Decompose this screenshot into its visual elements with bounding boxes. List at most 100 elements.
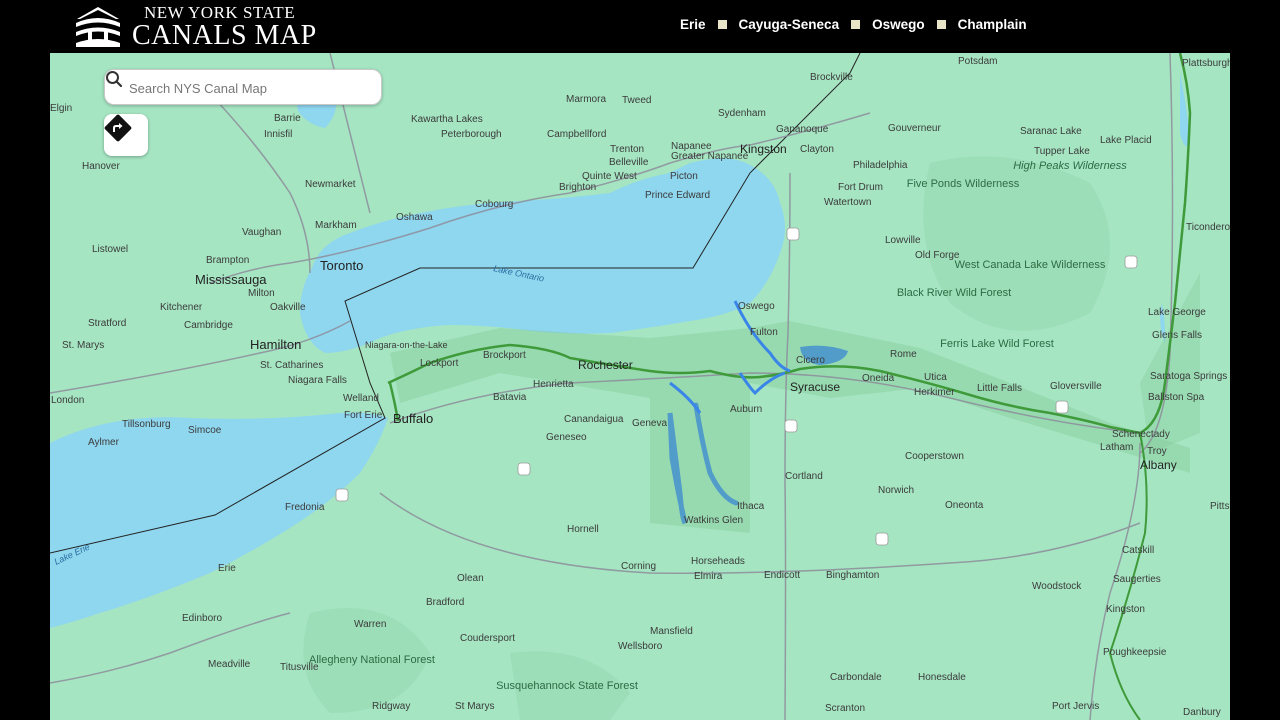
city-label: Mansfield: [650, 626, 693, 637]
city-label: Simcoe: [188, 425, 222, 436]
city-label: Batavia: [493, 392, 527, 403]
city-buffalo[interactable]: Buffalo: [393, 411, 433, 426]
city-label: Brampton: [206, 255, 249, 266]
search-icon[interactable]: [105, 70, 123, 88]
city-label: Cobourg: [475, 199, 513, 210]
nav-cayuga-seneca[interactable]: Cayuga-Seneca: [739, 17, 840, 32]
city-label: Tillsonburg: [122, 419, 171, 430]
city-label: Woodstock: [1032, 581, 1082, 592]
city-label: Cooperstown: [905, 451, 964, 462]
city-label: Pittsfield: [1210, 501, 1230, 512]
city-label: Cicero: [796, 355, 825, 366]
city-label: Campbellford: [547, 129, 606, 140]
city-rochester[interactable]: Rochester: [578, 358, 633, 372]
city-label: Ithaca: [737, 501, 765, 512]
city-label: Oneida: [862, 373, 895, 384]
city-label: Norwich: [878, 485, 914, 496]
city-label: Elgin: [50, 103, 72, 114]
city-label: Geneva: [632, 418, 667, 429]
nav-champlain[interactable]: Champlain: [958, 17, 1027, 32]
city-label: Kawartha Lakes: [411, 114, 483, 125]
city-label: Gloversville: [1050, 381, 1102, 392]
city-label: Wellsboro: [618, 641, 663, 652]
city-label: St Marys: [455, 701, 494, 712]
directions-button[interactable]: [104, 114, 148, 156]
city-label: Vaughan: [242, 227, 281, 238]
city-label: Danbury: [1183, 707, 1221, 718]
city-label: Fredonia: [285, 502, 325, 513]
city-label: Prince Edward: [645, 190, 710, 201]
city-label: Ticonderoga: [1186, 222, 1230, 233]
city-label: Aylmer: [88, 437, 120, 448]
region-label: West Canada Lake Wilderness: [955, 259, 1106, 271]
city-label: Gananoque: [776, 124, 829, 135]
city-label: Utica: [924, 372, 947, 383]
city-label: Elmira: [694, 571, 723, 582]
directions-icon: [104, 114, 132, 142]
city-label: Oneonta: [945, 500, 984, 511]
city-label: Saratoga Springs: [1150, 371, 1227, 382]
city-label: Newmarket: [305, 179, 356, 190]
city-label: Gouverneur: [888, 123, 941, 134]
city-label: Scranton: [825, 703, 865, 714]
city-label: Lake George: [1148, 307, 1206, 318]
city-albany[interactable]: Albany: [1140, 458, 1177, 472]
city-label: Clayton: [800, 144, 834, 155]
city-label: Binghamton: [826, 570, 879, 581]
city-label: Quinte West: [582, 171, 637, 182]
city-label: Olean: [457, 573, 484, 584]
logo-line-2: CANALS MAP: [132, 20, 317, 51]
region-label: Five Ponds Wilderness: [907, 178, 1020, 190]
city-label: Stratford: [88, 318, 126, 329]
region-label: High Peaks Wilderness: [1013, 160, 1127, 172]
logo-line-1: NEW YORK STATE: [144, 3, 296, 22]
nav-separator: [851, 20, 861, 29]
city-label: Hornell: [567, 524, 599, 535]
city-label: Peterborough: [441, 129, 502, 140]
city-toronto[interactable]: Toronto: [320, 258, 363, 273]
city-mississauga[interactable]: Mississauga: [195, 272, 267, 287]
city-label: Port Jervis: [1052, 701, 1099, 712]
city-label: Canandaigua: [564, 414, 624, 425]
base-map[interactable]: Lake Ontario Lake Erie Toronto Mississau…: [50, 53, 1230, 720]
city-label: Brighton: [559, 182, 596, 193]
city-label: Bradford: [426, 597, 464, 608]
city-label: Poughkeepsie: [1103, 647, 1167, 658]
city-label: Watertown: [824, 197, 871, 208]
city-label: Brockville: [810, 72, 853, 83]
city-label: Kitchener: [160, 302, 203, 313]
city-label: Old Forge: [915, 250, 960, 261]
city-label: Kingston: [1106, 604, 1145, 615]
city-hamilton[interactable]: Hamilton: [250, 337, 301, 352]
city-label: Ridgway: [372, 701, 410, 712]
city-label: Troy: [1147, 446, 1167, 457]
site-logo[interactable]: NEW YORK STATE CANALS MAP: [74, 4, 317, 50]
city-label: Fulton: [750, 327, 778, 338]
city-label: Watkins Glen: [684, 515, 743, 526]
search-input[interactable]: [129, 78, 339, 98]
city-label: Milton: [248, 288, 275, 299]
city-label: Tupper Lake: [1034, 146, 1090, 157]
city-label: Welland: [343, 393, 379, 404]
canal-bridge-logo-icon: [76, 7, 120, 47]
city-label: Listowel: [92, 244, 128, 255]
city-label: Niagara-on-the-Lake: [365, 340, 448, 350]
city-label: Markham: [315, 220, 357, 231]
nav-oswego[interactable]: Oswego: [872, 17, 925, 32]
region-label: Susquehannock State Forest: [496, 680, 638, 692]
city-label: Meadville: [208, 659, 251, 670]
city-label: Glens Falls: [1152, 330, 1202, 341]
city-label: St. Marys: [62, 340, 104, 351]
city-label: Edinboro: [182, 613, 222, 624]
city-label: Horseheads: [691, 556, 745, 567]
city-syracuse[interactable]: Syracuse: [790, 380, 840, 394]
city-label: Fort Drum: [838, 182, 883, 193]
city-label: Oakville: [270, 302, 306, 313]
city-label: Cortland: [785, 471, 823, 482]
city-label: Lake Placid: [1100, 135, 1152, 146]
region-label: Ferris Lake Wild Forest: [940, 338, 1054, 350]
map-canvas[interactable]: Lake Ontario Lake Erie Toronto Mississau…: [50, 53, 1230, 720]
city-label: Schenectady: [1112, 429, 1170, 440]
city-label: Rome: [890, 349, 917, 360]
nav-erie[interactable]: Erie: [680, 17, 706, 32]
